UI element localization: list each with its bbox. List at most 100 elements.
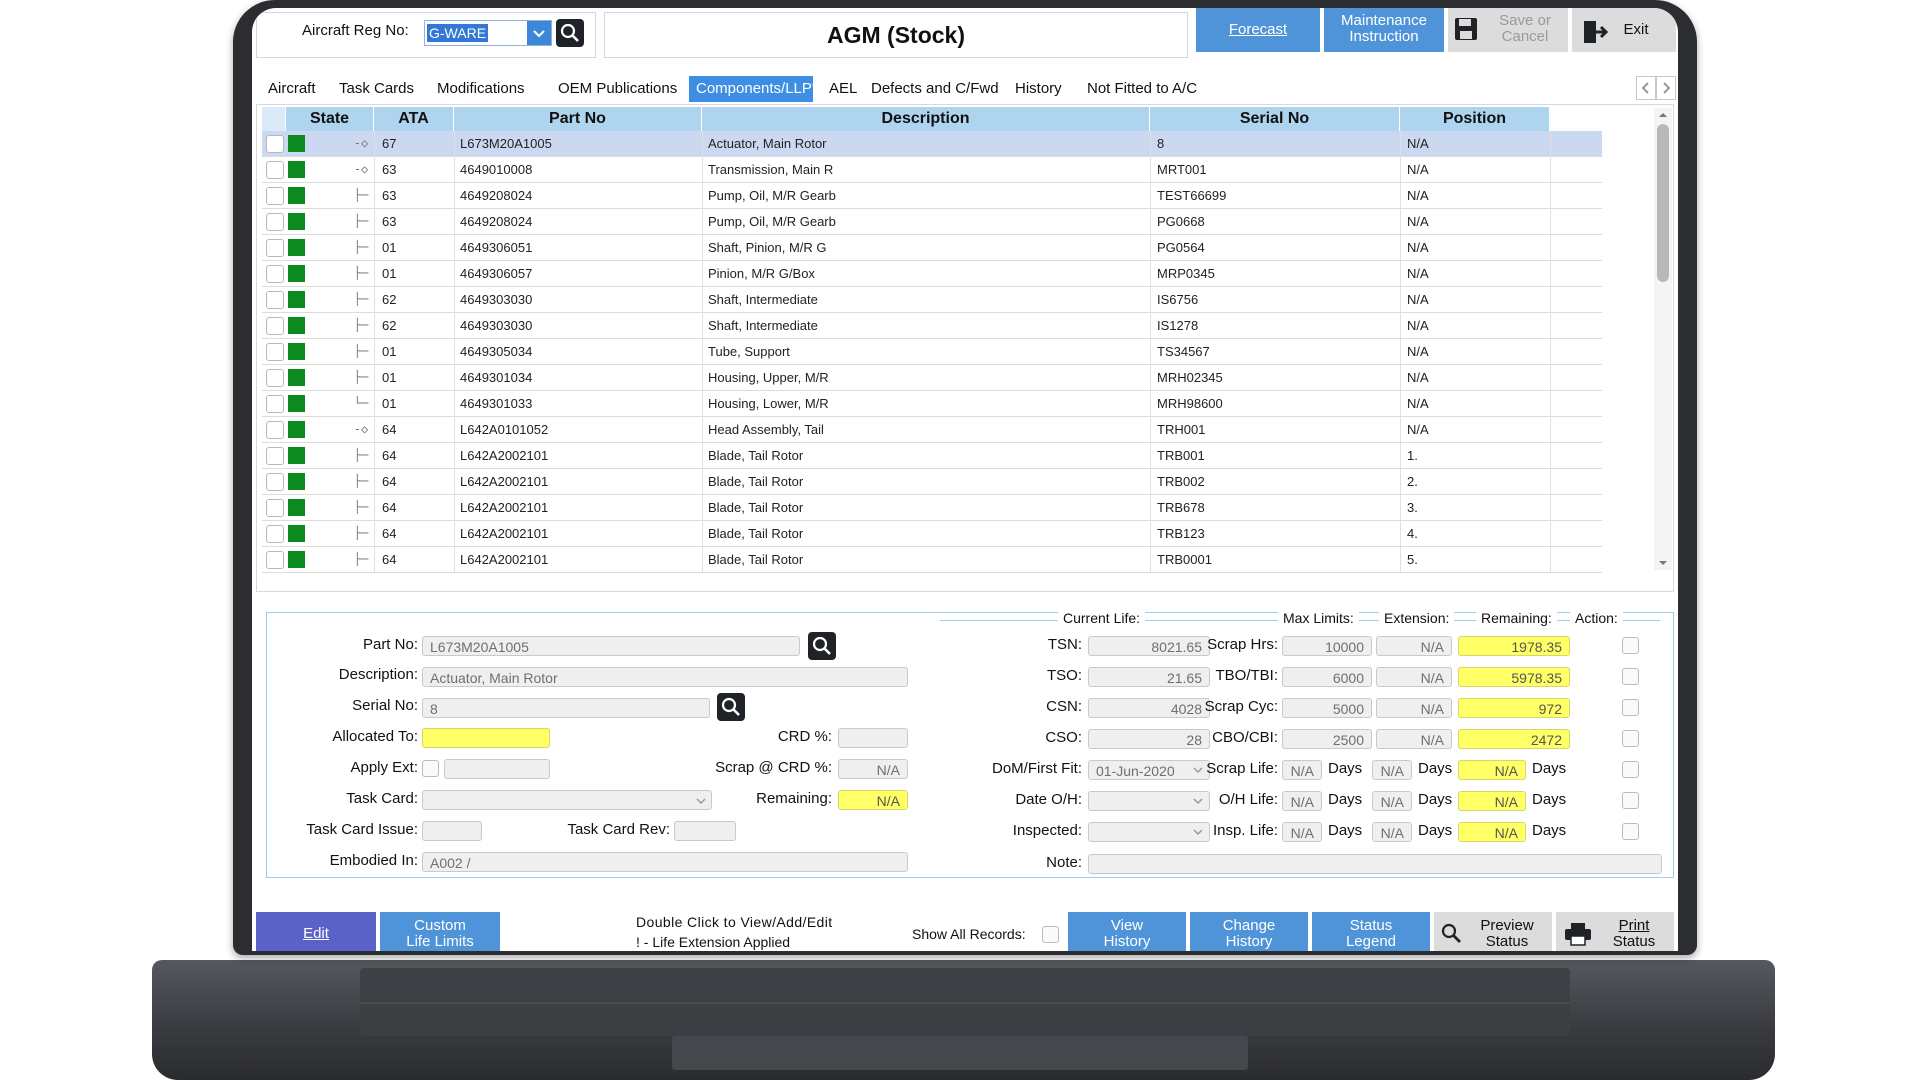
max-limit-field[interactable]: N/A (1282, 791, 1322, 811)
serial-search-icon[interactable] (717, 693, 745, 721)
max-limit-field[interactable]: 5000 (1282, 698, 1372, 718)
tab-not-fitted[interactable]: Not Fitted to A/C (1080, 76, 1204, 102)
table-row[interactable]: ├─ 01 4649305034 Tube, Support TS34567 N/A (262, 339, 1602, 365)
preview-status-button[interactable]: Preview Status (1434, 912, 1552, 951)
tree-connector-icon[interactable]: ├─ (350, 235, 372, 260)
table-row[interactable]: -◇ 67 L673M20A1005 Actuator, Main Rotor 8 N/A (262, 131, 1602, 157)
tab-ael[interactable]: AEL (822, 76, 864, 102)
col-header-serial-no[interactable]: Serial No (1150, 107, 1400, 131)
reg-select[interactable]: G-WARE (424, 20, 552, 46)
row-select-checkbox[interactable] (266, 135, 284, 153)
tree-connector-icon[interactable]: ├─ (350, 365, 372, 390)
tab-oem-publications[interactable]: OEM Publications (551, 76, 684, 102)
tree-connector-icon[interactable]: -◇ (350, 131, 372, 156)
table-row[interactable]: ├─ 64 L642A2002101 Blade, Tail Rotor TRB0001… (262, 547, 1602, 573)
table-row[interactable]: -◇ 63 4649010008 Transmission, Main R MRT001… (262, 157, 1602, 183)
tree-connector-icon[interactable]: -◇ (350, 417, 372, 442)
extension-field[interactable]: N/A (1372, 791, 1412, 811)
allocated-to-field[interactable] (422, 728, 550, 748)
table-row[interactable]: ├─ 63 4649208024 Pump, Oil, M/R Gearb PG0668… (262, 209, 1602, 235)
table-row[interactable]: ├─ 01 4649301034 Housing, Upper, M/R MRH0234… (262, 365, 1602, 391)
row-select-checkbox[interactable] (266, 525, 284, 543)
note-field[interactable] (1088, 854, 1662, 874)
action-checkbox[interactable] (1622, 699, 1639, 716)
max-limit-field[interactable]: 6000 (1282, 667, 1372, 687)
custom-life-limits-button[interactable]: Custom Life Limits (380, 912, 500, 951)
remaining-life-field[interactable]: N/A (1458, 760, 1526, 780)
max-limit-field[interactable]: N/A (1282, 760, 1322, 780)
show-all-checkbox[interactable] (1042, 926, 1059, 943)
row-select-checkbox[interactable] (266, 447, 284, 465)
tab-components-llps[interactable]: Components/LLP's (689, 76, 822, 102)
tree-connector-icon[interactable]: ├─ (350, 339, 372, 364)
apply-ext-checkbox[interactable] (422, 760, 439, 777)
tab-history[interactable]: History (1008, 76, 1069, 102)
change-history-button[interactable]: Change History (1190, 912, 1308, 951)
apply-ext-field[interactable] (444, 759, 550, 779)
remaining-life-field[interactable]: 5978.35 (1458, 667, 1570, 687)
table-row[interactable]: ├─ 63 4649208024 Pump, Oil, M/R Gearb TEST66… (262, 183, 1602, 209)
search-icon[interactable] (556, 19, 584, 47)
max-limit-field[interactable]: N/A (1282, 822, 1322, 842)
serial-no-field[interactable]: 8 (422, 698, 710, 718)
forecast-button[interactable]: Forecast (1196, 8, 1320, 52)
max-limit-field[interactable]: 10000 (1282, 636, 1372, 656)
table-row[interactable]: ├─ 64 L642A2002101 Blade, Tail Rotor TRB002 2… (262, 469, 1602, 495)
tab-modifications[interactable]: Modifications (430, 76, 532, 102)
print-status-button[interactable]: Print Status (1556, 912, 1674, 951)
table-row[interactable]: ├─ 62 4649303030 Shaft, Intermediate IS6756 N… (262, 287, 1602, 313)
remaining-life-field[interactable]: 2472 (1458, 729, 1570, 749)
save-cancel-button[interactable]: Save or Cancel (1448, 8, 1568, 52)
tree-connector-icon[interactable]: ├─ (350, 443, 372, 468)
remaining-life-field[interactable]: N/A (1458, 822, 1526, 842)
action-checkbox[interactable] (1622, 823, 1639, 840)
task-card-select[interactable] (422, 790, 712, 810)
tab-aircraft[interactable]: Aircraft (261, 76, 323, 102)
row-select-checkbox[interactable] (266, 239, 284, 257)
table-row[interactable]: ├─ 64 L642A2002101 Blade, Tail Rotor TRB678 3… (262, 495, 1602, 521)
remaining-life-field[interactable]: 972 (1458, 698, 1570, 718)
col-header-position[interactable]: Position (1400, 107, 1550, 131)
row-select-checkbox[interactable] (266, 551, 284, 569)
tree-connector-icon[interactable]: └─ (350, 391, 372, 416)
col-header-part-no[interactable]: Part No (454, 107, 702, 131)
tree-connector-icon[interactable]: ├─ (350, 209, 372, 234)
task-card-rev-field[interactable] (674, 821, 736, 841)
max-limit-field[interactable]: 2500 (1282, 729, 1372, 749)
chevron-down-icon[interactable] (527, 21, 551, 45)
grid-scrollbar-thumb[interactable] (1657, 124, 1669, 282)
table-row[interactable]: ├─ 01 4649306057 Pinion, M/R G/Box MRP0345 N/… (262, 261, 1602, 287)
col-header-ata[interactable]: ATA (374, 107, 454, 131)
table-row[interactable]: ├─ 64 L642A2002101 Blade, Tail Rotor TRB123 4… (262, 521, 1602, 547)
exit-button[interactable]: Exit (1572, 8, 1676, 52)
row-select-checkbox[interactable] (266, 499, 284, 517)
row-select-checkbox[interactable] (266, 265, 284, 283)
action-checkbox[interactable] (1622, 792, 1639, 809)
tree-connector-icon[interactable]: ├─ (350, 469, 372, 494)
table-row[interactable]: └─ 01 4649301033 Housing, Lower, M/R MRH9860… (262, 391, 1602, 417)
tree-connector-icon[interactable]: ├─ (350, 547, 372, 572)
task-card-issue-field[interactable] (422, 821, 482, 841)
row-select-checkbox[interactable] (266, 395, 284, 413)
grid-scrollbar[interactable] (1654, 108, 1672, 570)
tab-defects[interactable]: Defects and C/Fwd (864, 76, 1006, 102)
status-legend-button[interactable]: Status Legend (1312, 912, 1430, 951)
row-select-checkbox[interactable] (266, 343, 284, 361)
action-checkbox[interactable] (1622, 668, 1639, 685)
part-search-icon[interactable] (808, 632, 836, 660)
embodied-in-field[interactable]: A002 / (422, 852, 908, 872)
tree-connector-icon[interactable]: ├─ (350, 521, 372, 546)
action-checkbox[interactable] (1622, 637, 1639, 654)
col-header-description[interactable]: Description (702, 107, 1150, 131)
tree-connector-icon[interactable]: ├─ (350, 261, 372, 286)
tab-task-cards[interactable]: Task Cards (332, 76, 421, 102)
tree-connector-icon[interactable]: -◇ (350, 157, 372, 182)
extension-field[interactable]: N/A (1372, 760, 1412, 780)
tree-connector-icon[interactable]: ├─ (350, 495, 372, 520)
action-checkbox[interactable] (1622, 730, 1639, 747)
table-row[interactable]: ├─ 62 4649303030 Shaft, Intermediate IS1278 N… (262, 313, 1602, 339)
action-checkbox[interactable] (1622, 761, 1639, 778)
row-select-checkbox[interactable] (266, 369, 284, 387)
remaining-life-field[interactable]: 1978.35 (1458, 636, 1570, 656)
extension-field[interactable]: N/A (1376, 698, 1452, 718)
